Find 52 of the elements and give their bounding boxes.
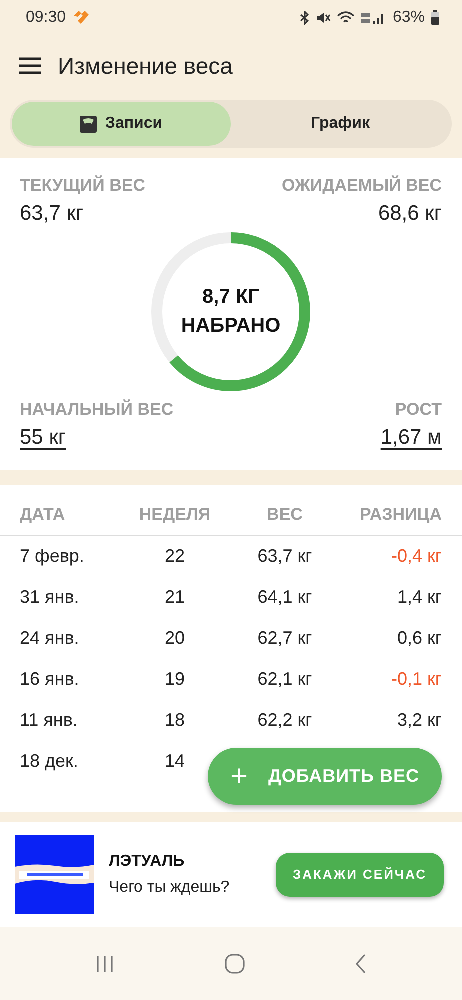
table-cell-text: 1,4 кг xyxy=(396,587,442,608)
bluetooth-icon xyxy=(300,10,310,24)
stat-label: НАЧАЛЬНЫЙ ВЕС xyxy=(20,400,174,420)
stat-link[interactable]: 55 кг xyxy=(20,426,66,450)
table-cell-text: 16 янв. xyxy=(20,669,80,690)
recent-apps-icon[interactable] xyxy=(95,954,115,972)
table-cell-text: 22 xyxy=(164,546,186,567)
table-cell-text: 20 xyxy=(164,628,186,649)
table-cell-text: 18 дек. xyxy=(20,751,80,772)
menu-icon[interactable] xyxy=(18,57,42,75)
stat-link[interactable]: 1,67 м xyxy=(380,426,442,450)
column-header: ВЕС xyxy=(266,505,304,525)
table-cell-text: 62,1 кг xyxy=(256,669,314,690)
stat-label: ТЕКУЩИЙ ВЕС xyxy=(20,176,146,196)
status-time: 09:30 xyxy=(26,8,66,26)
table-cell-text: 31 янв. xyxy=(20,587,80,608)
table-cell-text: 14 xyxy=(164,751,186,772)
scale-icon xyxy=(80,116,98,132)
battery-level: 63% xyxy=(392,8,425,26)
table-cell-text: 62,2 кг xyxy=(256,710,314,731)
table-cell-text: 7 февр. xyxy=(20,546,86,567)
table-cell-text: 18 xyxy=(164,710,186,731)
table-cell-text: 3,2 кг xyxy=(396,710,442,731)
column-header: РАЗНИЦА xyxy=(359,505,442,525)
screen-title: Изменение веса xyxy=(58,52,233,80)
battery-icon xyxy=(431,10,440,25)
stat-label: РОСТ xyxy=(395,400,442,420)
table-cell-text: -0,4 кг xyxy=(390,546,442,567)
table-cell-text: 63,7 кг xyxy=(256,546,314,567)
home-icon[interactable] xyxy=(225,954,245,974)
wifi-icon xyxy=(336,10,355,24)
stat-label: ОЖИДАЕМЫЙ ВЕС xyxy=(282,176,442,196)
ad-text: Чего ты ждешь? xyxy=(109,878,231,896)
tab[interactable]: Записи xyxy=(12,102,231,146)
stat-value: 68,6 кг xyxy=(378,202,442,226)
table-cell-text: 64,1 кг xyxy=(256,587,314,608)
table-cell-text: 19 xyxy=(164,669,186,690)
ad-title: ЛЭТУАЛЬ xyxy=(109,852,186,870)
tab[interactable]: График xyxy=(231,102,450,146)
mute-icon xyxy=(316,10,331,24)
back-icon[interactable] xyxy=(355,954,367,974)
table-cell-text: 62,7 кг xyxy=(256,628,314,649)
column-header: НЕДЕЛЯ xyxy=(138,505,212,525)
table-cell-text: 21 xyxy=(164,587,186,608)
stat-value: 63,7 кг xyxy=(20,202,84,226)
gain-caption: НАБРАНО xyxy=(181,315,281,338)
column-header: ДАТА xyxy=(20,505,66,525)
table-cell-text: 0,6 кг xyxy=(396,628,442,649)
table-cell-text: 11 янв. xyxy=(20,710,79,731)
table-cell-text: -0,1 кг xyxy=(390,669,442,690)
gain-amount: 8,7 КГ xyxy=(202,286,260,309)
table-cell-text: 24 янв. xyxy=(20,628,80,649)
